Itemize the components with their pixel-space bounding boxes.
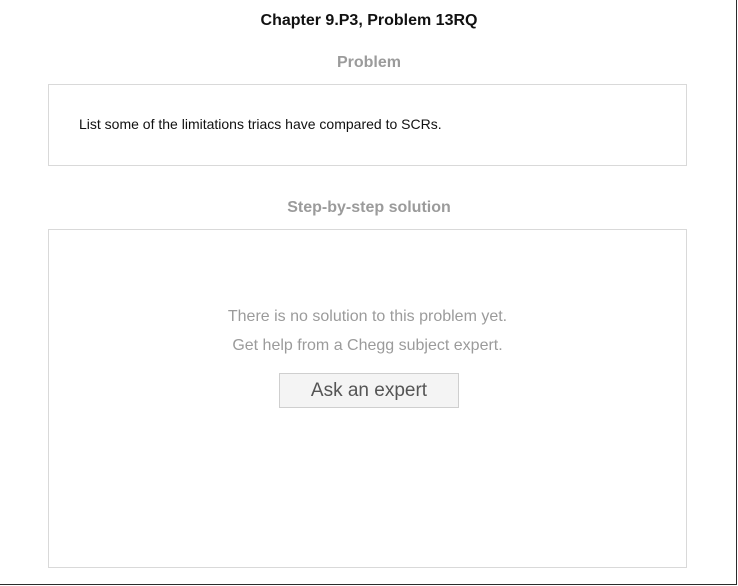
chapter-title: Chapter 9.P3, Problem 13RQ — [260, 12, 478, 29]
expert-help-message: Get help from a Chegg subject expert. — [232, 337, 503, 354]
problem-section-label: Problem — [336, 54, 401, 71]
no-solution-message: There is no solution to this problem yet… — [227, 308, 508, 325]
problem-panel: List some of the limitations triacs have… — [48, 84, 687, 166]
solution-panel: There is no solution to this problem yet… — [48, 229, 687, 568]
solution-section-label: Step-by-step solution — [287, 199, 451, 216]
ask-an-expert-button[interactable]: Ask an expert — [279, 373, 459, 408]
problem-text: List some of the limitations triacs have… — [79, 116, 442, 132]
